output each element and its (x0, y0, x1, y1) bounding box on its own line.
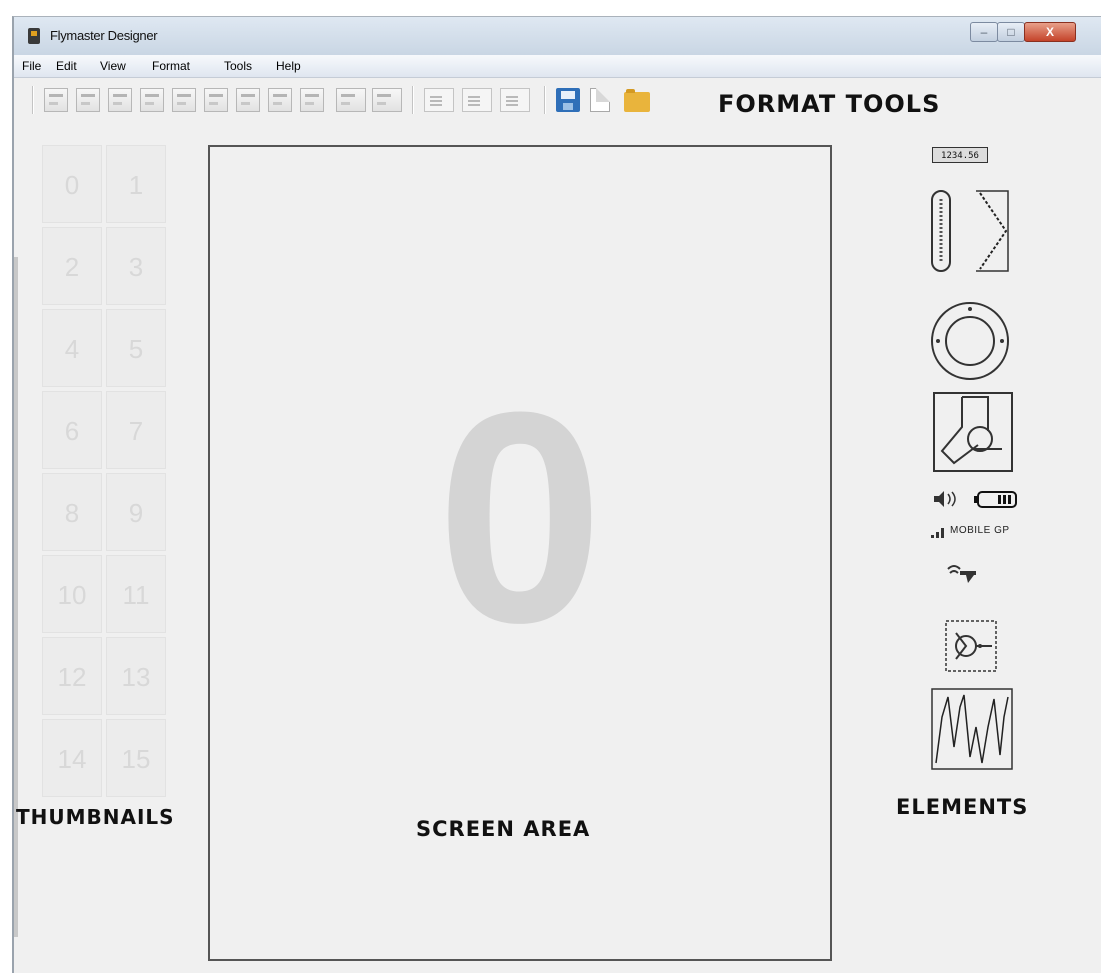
save-icon[interactable] (556, 88, 580, 112)
thumbnails-panel: 0 1 2 3 4 5 6 7 8 9 10 11 12 13 14 15 (42, 145, 170, 805)
close-button[interactable]: X (1024, 22, 1076, 42)
menu-bar: File Edit View Format Tools Help (14, 55, 1101, 78)
thumbnail-3[interactable]: 3 (106, 227, 166, 305)
align-top-button[interactable] (108, 88, 132, 112)
new-file-icon[interactable] (590, 88, 610, 112)
thumbnail-7[interactable]: 7 (106, 391, 166, 469)
satellite-icon[interactable] (944, 561, 980, 585)
thumbnail-12[interactable]: 12 (42, 637, 102, 715)
elements-panel: 1234.56 MOBILE GP (914, 147, 1044, 787)
menu-edit[interactable]: Edit (56, 59, 77, 73)
thumbnail-2[interactable]: 2 (42, 227, 102, 305)
thumbnail-14[interactable]: 14 (42, 719, 102, 797)
menu-file[interactable]: File (22, 59, 41, 73)
compass-icon[interactable] (928, 299, 1012, 383)
menu-help[interactable]: Help (276, 59, 301, 73)
maximize-button[interactable]: □ (997, 22, 1025, 42)
thumbnail-9[interactable]: 9 (106, 473, 166, 551)
menu-format[interactable]: Format (152, 59, 190, 73)
window-left-border (14, 257, 18, 937)
distribute-vertical-button[interactable] (372, 88, 402, 112)
center-vertically-button[interactable] (268, 88, 292, 112)
toolbar-separator (412, 86, 414, 114)
screen-number: 0 (436, 349, 604, 685)
screen-area-caption: SCREEN AREA (416, 817, 591, 841)
vario-chevron-icon[interactable] (972, 187, 1012, 275)
text-align-left-button[interactable] (424, 88, 454, 112)
menu-tools[interactable]: Tools (224, 59, 252, 73)
thumbnail-13[interactable]: 13 (106, 637, 166, 715)
minimize-button[interactable]: – (970, 22, 998, 42)
align-right-button[interactable] (76, 88, 100, 112)
open-folder-icon[interactable] (624, 89, 650, 112)
title-bar[interactable]: Flymaster Designer – □ X (14, 17, 1101, 55)
thumbnails-caption: THUMBNAILS (16, 805, 175, 829)
window-title: Flymaster Designer (50, 28, 158, 43)
thumbnail-0[interactable]: 0 (42, 145, 102, 223)
menu-view[interactable]: View (100, 59, 126, 73)
thumbnail-15[interactable]: 15 (106, 719, 166, 797)
center-horizontally-button[interactable] (236, 88, 260, 112)
battery-icon[interactable] (974, 491, 1018, 509)
align-center-vertical-button[interactable] (172, 88, 196, 112)
thumbnail-5[interactable]: 5 (106, 309, 166, 387)
distribute-horizontal-button[interactable] (336, 88, 366, 112)
align-left-button[interactable] (44, 88, 68, 112)
toolbar-separator (32, 86, 34, 114)
thumbnail-8[interactable]: 8 (42, 473, 102, 551)
map-icon[interactable] (932, 391, 1016, 475)
text-align-right-button[interactable] (500, 88, 530, 112)
format-tools-caption: FORMAT TOOLS (718, 90, 941, 118)
text-align-center-button[interactable] (462, 88, 492, 112)
digital-display-icon[interactable]: 1234.56 (932, 147, 988, 163)
thumbnail-11[interactable]: 11 (106, 555, 166, 633)
elements-caption: ELEMENTS (896, 795, 1029, 819)
app-icon (28, 28, 40, 44)
thumbnail-4[interactable]: 4 (42, 309, 102, 387)
align-bottom-button[interactable] (140, 88, 164, 112)
graph-icon[interactable] (930, 687, 1014, 771)
wind-icon[interactable] (944, 619, 998, 673)
sound-icon[interactable] (932, 489, 972, 509)
same-width-button[interactable] (300, 88, 324, 112)
app-window: Flymaster Designer – □ X File Edit View … (12, 16, 1101, 973)
align-center-horizontal-button[interactable] (204, 88, 228, 112)
thumbnail-6[interactable]: 6 (42, 391, 102, 469)
mobile-gp-label: MOBILE GP (950, 525, 1010, 536)
thumbnail-10[interactable]: 10 (42, 555, 102, 633)
thumbnail-1[interactable]: 1 (106, 145, 166, 223)
signal-icon[interactable] (930, 525, 948, 539)
toolbar-separator (544, 86, 546, 114)
